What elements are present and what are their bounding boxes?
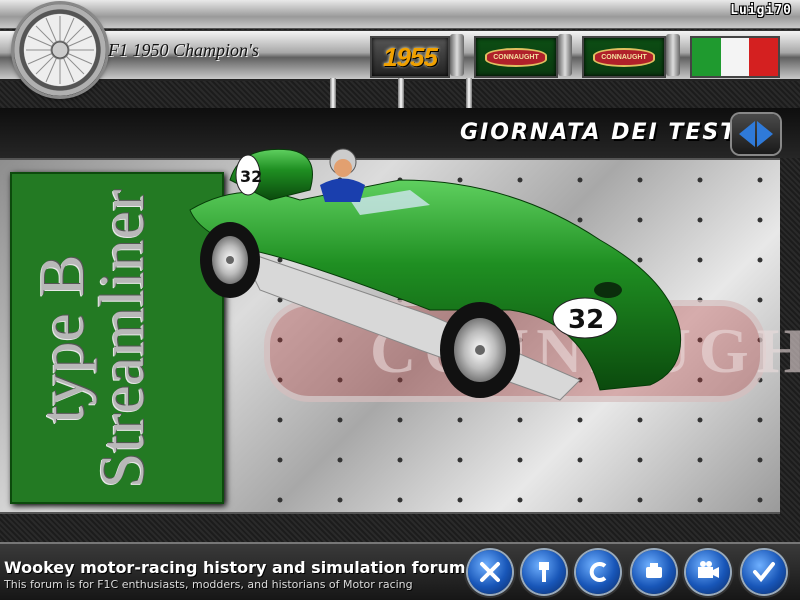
car-number-side: 32 bbox=[568, 305, 604, 335]
camera-button[interactable] bbox=[686, 550, 730, 594]
season-year-badge: 1955 bbox=[370, 36, 450, 78]
rivet bbox=[757, 457, 763, 463]
wheel-front bbox=[440, 302, 520, 398]
checkmark-icon bbox=[753, 562, 775, 583]
rivet bbox=[457, 497, 463, 503]
rivet bbox=[337, 497, 343, 503]
close-x-icon bbox=[480, 562, 500, 582]
rivet bbox=[277, 457, 283, 463]
car-selector-arrows[interactable] bbox=[732, 114, 780, 154]
engine-icon bbox=[646, 563, 662, 578]
game-screen: Luigi70 F1 1950 Champion's 1955 CONNAUGH… bbox=[0, 0, 800, 600]
rivet bbox=[697, 457, 703, 463]
flag-white-stripe bbox=[720, 38, 750, 76]
camera-icon bbox=[698, 561, 719, 578]
exit-button[interactable] bbox=[468, 550, 512, 594]
confirm-button[interactable] bbox=[742, 550, 786, 594]
race-car-image: 32 32 bbox=[189, 148, 682, 401]
top-bar: Luigi70 bbox=[0, 0, 800, 29]
rivet bbox=[757, 257, 763, 263]
team-logo-left: CONNAUGHT bbox=[474, 36, 558, 78]
rivet bbox=[637, 497, 643, 503]
next-arrow-icon[interactable] bbox=[757, 121, 773, 147]
flag-red-stripe bbox=[749, 38, 779, 76]
back-arrow-icon bbox=[589, 562, 607, 582]
rivet bbox=[517, 457, 523, 463]
bolt-decoration bbox=[450, 34, 464, 76]
team-logo-right-text: CONNAUGHT bbox=[593, 47, 655, 67]
rivet bbox=[757, 497, 763, 503]
rivet bbox=[517, 497, 523, 503]
setup-button[interactable] bbox=[522, 550, 566, 594]
rivet bbox=[457, 457, 463, 463]
season-year: 1955 bbox=[383, 41, 438, 72]
rivet bbox=[757, 417, 763, 423]
rivet bbox=[757, 217, 763, 223]
italian-flag-icon bbox=[690, 36, 780, 78]
wheel-rear bbox=[200, 222, 260, 298]
rivet bbox=[697, 497, 703, 503]
rivet bbox=[277, 497, 283, 503]
rivet bbox=[757, 297, 763, 303]
car-name-line2: Streamliner bbox=[86, 189, 157, 489]
bolt-decoration bbox=[558, 34, 572, 76]
rivet bbox=[337, 457, 343, 463]
rivet bbox=[397, 457, 403, 463]
wire-wheel-logo-icon bbox=[14, 4, 106, 96]
rivet bbox=[757, 177, 763, 183]
username-label: Luigi70 bbox=[730, 3, 792, 18]
back-button[interactable] bbox=[576, 550, 620, 594]
team-logo-left-text: CONNAUGHT bbox=[485, 47, 547, 67]
car-number-tail: 32 bbox=[240, 167, 262, 186]
rivet bbox=[577, 457, 583, 463]
footer-subtitle: This forum is for F1C enthusiasts, modde… bbox=[4, 578, 413, 591]
footer-title: Wookey motor-racing history and simulati… bbox=[4, 558, 466, 577]
bolt-decoration bbox=[666, 34, 680, 76]
rivet bbox=[637, 457, 643, 463]
rivet bbox=[397, 497, 403, 503]
piston-icon bbox=[539, 562, 549, 582]
flag-green-stripe bbox=[692, 38, 721, 76]
rivet bbox=[577, 497, 583, 503]
app-title: F1 1950 Champion's bbox=[108, 40, 259, 60]
previous-arrow-icon[interactable] bbox=[739, 121, 755, 147]
team-logo-right: CONNAUGHT bbox=[582, 36, 666, 78]
engine-button[interactable] bbox=[632, 550, 676, 594]
